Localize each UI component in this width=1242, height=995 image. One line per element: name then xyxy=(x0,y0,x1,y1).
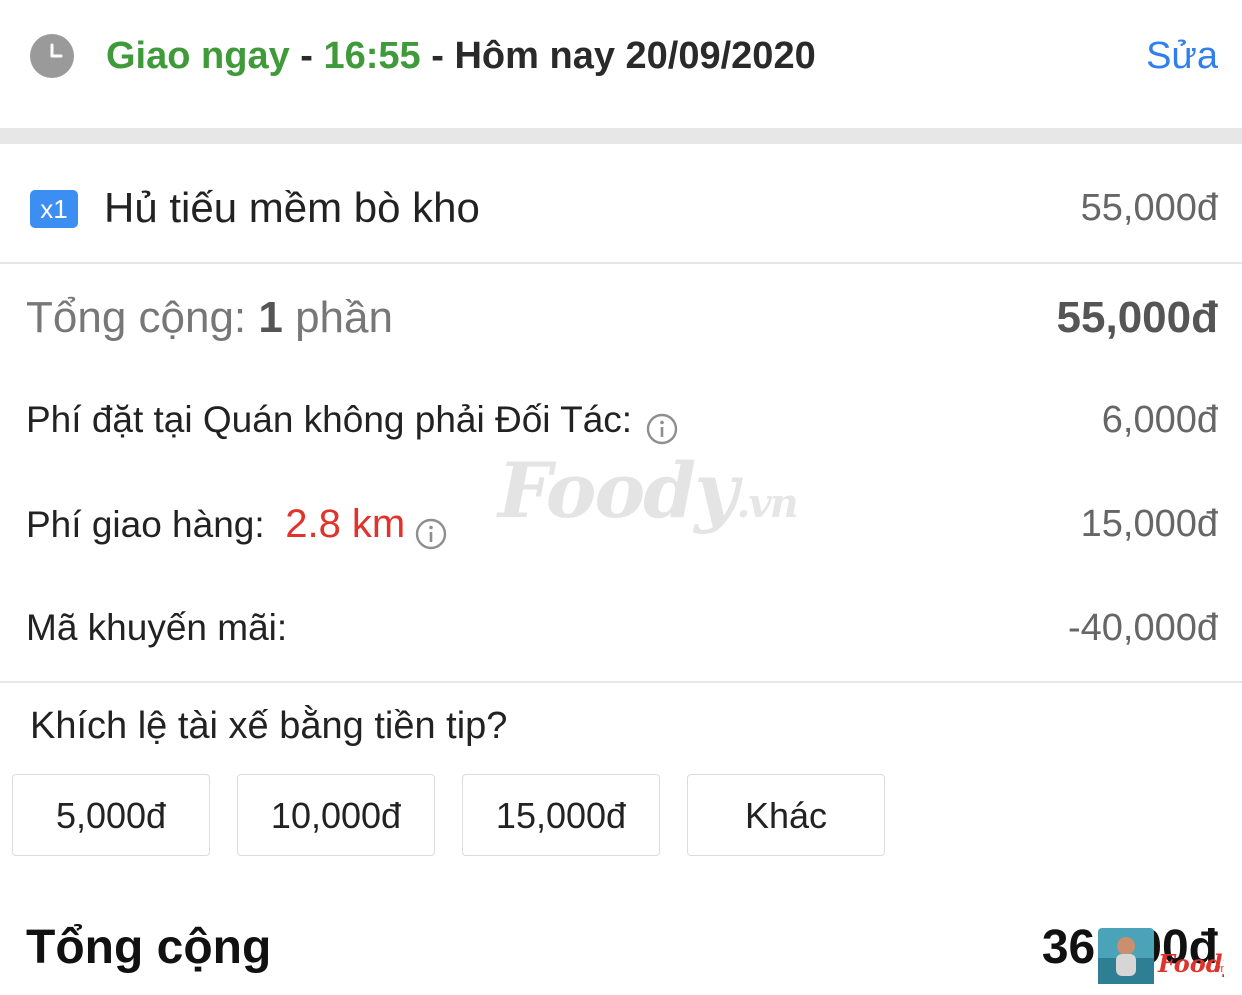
tip-question: Khích lệ tài xế bằng tiền tip? xyxy=(30,705,508,747)
subtotal-count: 1 xyxy=(258,293,283,342)
delivery-fee-label-wrap: Phí giao hàng: 2.8 km xyxy=(26,494,447,555)
partner-fee-value: 6,000đ xyxy=(1101,399,1218,441)
order-item-row: x1 Hủ tiếu mềm bò kho 55,000đ xyxy=(0,144,1242,262)
subtotal-row: Tổng cộng: 1 phần 55,000đ xyxy=(0,288,1242,348)
tip-option-other[interactable]: Khác xyxy=(687,774,885,856)
subtotal-value: 55,000đ xyxy=(1056,293,1218,342)
quantity-badge: x1 xyxy=(30,190,78,228)
total-label: Tổng cộng xyxy=(26,921,272,974)
subtotal-suffix: phần xyxy=(282,293,393,342)
section-divider xyxy=(0,128,1242,144)
partner-fee-label-wrap: Phí đặt tại Quán không phải Đối Tác: xyxy=(26,390,678,450)
tip-option-15000[interactable]: 15,000đ xyxy=(462,774,660,856)
separator: - xyxy=(420,35,455,77)
delivery-date: Hôm nay 20/09/2020 xyxy=(454,35,816,77)
row-divider xyxy=(0,681,1242,683)
tip-option-5000[interactable]: 5,000đ xyxy=(12,774,210,856)
delivery-fee-label: Phí giao hàng: xyxy=(26,504,265,545)
promo-row: Mã khuyến mãi: -40,000đ xyxy=(0,598,1242,658)
promo-label: Mã khuyến mãi: xyxy=(26,607,288,648)
delivery-mode: Giao ngay xyxy=(106,35,290,77)
subtotal-prefix: Tổng cộng: xyxy=(26,293,259,342)
separator: - xyxy=(289,35,324,77)
edit-delivery-time-button[interactable]: Sửa xyxy=(1146,30,1218,82)
item-name: Hủ tiếu mềm bò kho xyxy=(104,184,480,231)
delivery-distance: 2.8 km xyxy=(285,502,406,546)
delivery-time: 16:55 xyxy=(323,35,421,77)
delivery-time-text: Giao ngay - 16:55 - Hôm nay 20/09/2020 xyxy=(106,30,816,82)
row-divider xyxy=(0,262,1242,264)
delivery-fee-row: Phí giao hàng: 2.8 km 15,000đ xyxy=(0,494,1242,554)
subtotal-label: Tổng cộng: 1 phần xyxy=(26,288,393,348)
tip-option-10000[interactable]: 10,000đ xyxy=(237,774,435,856)
total-value: 36,000đ xyxy=(1041,921,1218,974)
partner-fee-row: Phí đặt tại Quán không phải Đối Tác: 6,0… xyxy=(0,390,1242,450)
promo-value: -40,000đ xyxy=(1067,607,1218,649)
item-price: 55,000đ xyxy=(1080,187,1218,229)
info-icon[interactable] xyxy=(646,403,678,445)
clock-icon xyxy=(30,34,74,78)
info-icon[interactable] xyxy=(415,508,447,550)
partner-fee-label: Phí đặt tại Quán không phải Đối Tác: xyxy=(26,399,633,440)
delivery-time-header: Giao ngay - 16:55 - Hôm nay 20/09/2020 S… xyxy=(0,0,1242,128)
delivery-fee-value: 15,000đ xyxy=(1080,503,1218,545)
